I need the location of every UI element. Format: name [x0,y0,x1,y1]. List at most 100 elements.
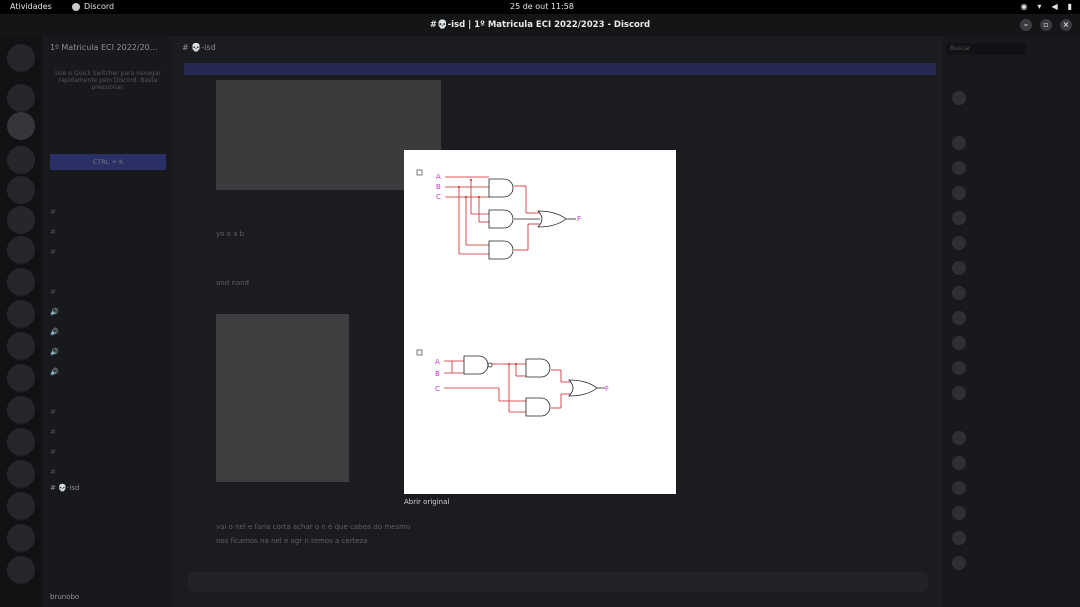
message-text: and nand [216,279,250,287]
channel-item[interactable]: 🔊 [50,328,59,336]
avatar[interactable] [952,186,966,200]
circuit1-label-a: A [436,173,441,181]
server-icon[interactable] [7,300,35,328]
server-icon[interactable] [7,112,35,140]
server-icon[interactable] [7,176,35,204]
circuit1-gates [488,178,576,260]
channel-item[interactable]: # [50,248,56,256]
server-icon[interactable] [7,84,35,112]
channel-item[interactable]: # [50,428,56,436]
member-list: Buscar [942,36,1080,607]
channel-item-active[interactable]: # 💀-isd [50,484,79,492]
system-tray[interactable]: ◉ ▾ ◀ ▮ [1020,2,1072,11]
server-icon[interactable] [7,206,35,234]
user-panel[interactable]: brunobo [50,593,79,601]
avatar[interactable] [952,386,966,400]
image-viewer[interactable]: A B C F A B C F [404,150,676,494]
circuit2-label-a: A [435,358,440,366]
avatar[interactable] [952,261,966,275]
battery-icon[interactable]: ▮ [1068,2,1072,11]
channel-title: 💀-isd [191,43,216,52]
server-icon[interactable] [7,268,35,296]
close-button[interactable]: × [1060,19,1072,31]
circuit2-label-f: F [605,385,609,393]
circuit1-label-c: C [436,193,441,201]
message-input[interactable] [188,572,928,592]
server-icon[interactable] [7,332,35,360]
active-channel-label: 💀-isd [58,484,80,492]
server-icon[interactable] [7,236,35,264]
checkbox-icon [416,169,423,176]
circuit-diagrams: A B C F A B C F [416,169,609,417]
server-list [0,36,42,607]
avatar[interactable] [952,361,966,375]
avatar[interactable] [952,431,966,445]
channel-item[interactable]: 🔊 [50,308,59,316]
server-icon[interactable] [7,146,35,174]
avatar[interactable] [952,211,966,225]
channel-item[interactable]: # [50,448,56,456]
server-icon[interactable] [7,428,35,456]
search-input[interactable]: Buscar [946,43,1026,55]
channel-item[interactable]: # [50,228,56,236]
window-title-bar: #💀-isd | 1º Matricula ECI 2022/2023 - Di… [0,14,1080,36]
avatar[interactable] [952,311,966,325]
channel-item[interactable]: # [50,408,56,416]
checkbox-icon [416,349,423,356]
minimize-button[interactable]: – [1020,19,1032,31]
server-icon[interactable] [7,492,35,520]
activities-button[interactable]: Atividades [10,2,52,11]
channel-item[interactable]: 🔊 [50,368,59,376]
quick-switcher-shortcut[interactable]: CTRL + K [50,154,166,170]
message-text: vai o nel e faria corta achar o n é que … [216,523,411,531]
server-icon[interactable] [7,44,35,72]
avatar[interactable] [952,286,966,300]
channel-header: # 💀-isd [182,43,216,52]
channel-item[interactable]: # [50,208,56,216]
circuit2-gates [463,355,605,417]
avatar[interactable] [952,531,966,545]
server-name[interactable]: 1º Matricula ECI 2022/20... [50,43,157,52]
channel-sidebar: 1º Matricula ECI 2022/20... Use o Quick … [42,36,172,607]
circuit2-wires [444,360,571,413]
app-menu[interactable]: Discord [72,2,114,11]
circuit2-label-c: C [435,385,440,393]
os-top-bar: Atividades Discord 25 de out 11:58 ◉ ▾ ◀… [0,0,1080,14]
avatar[interactable] [952,236,966,250]
volume-icon[interactable]: ◀ [1051,2,1057,11]
channel-item[interactable]: # [50,288,56,296]
circuit1-label-f: F [577,215,581,223]
server-icon[interactable] [7,396,35,424]
discord-icon [72,2,80,11]
message-text: nos ficamos na nel e agr n temos a certe… [216,537,368,545]
message-text: yo o a b [216,230,245,238]
window-title: #💀-isd | 1º Matricula ECI 2022/2023 - Di… [429,20,651,30]
avatar[interactable] [952,136,966,150]
avatar[interactable] [952,556,966,570]
circuit1-junctions [458,179,480,198]
username: brunobo [50,593,80,601]
circuit1-label-b: B [436,183,441,191]
avatar[interactable] [952,506,966,520]
server-icon[interactable] [7,460,35,488]
quick-switcher-hint: Use o Quick Switcher para navegar rapida… [55,70,161,91]
maximize-button[interactable]: ▫ [1040,19,1052,31]
avatar[interactable] [952,336,966,350]
channel-item[interactable]: # [50,468,56,476]
channel-item[interactable]: 🔊 [50,348,59,356]
avatar[interactable] [952,161,966,175]
app-menu-label: Discord [84,2,115,11]
open-original-link[interactable]: Abrir original [404,498,449,506]
avatar[interactable] [952,456,966,470]
wifi-icon[interactable]: ▾ [1037,2,1041,11]
server-icon[interactable] [7,524,35,552]
circuit2-label-b: B [435,370,440,378]
avatar[interactable] [952,481,966,495]
server-icon[interactable] [7,364,35,392]
image-attachment[interactable] [216,314,349,482]
server-icon[interactable] [7,556,35,584]
avatar[interactable] [952,91,966,105]
discord-tray-icon[interactable]: ◉ [1020,2,1027,11]
new-messages-banner[interactable] [184,63,936,75]
clock[interactable]: 25 de out 11:58 [510,2,574,11]
